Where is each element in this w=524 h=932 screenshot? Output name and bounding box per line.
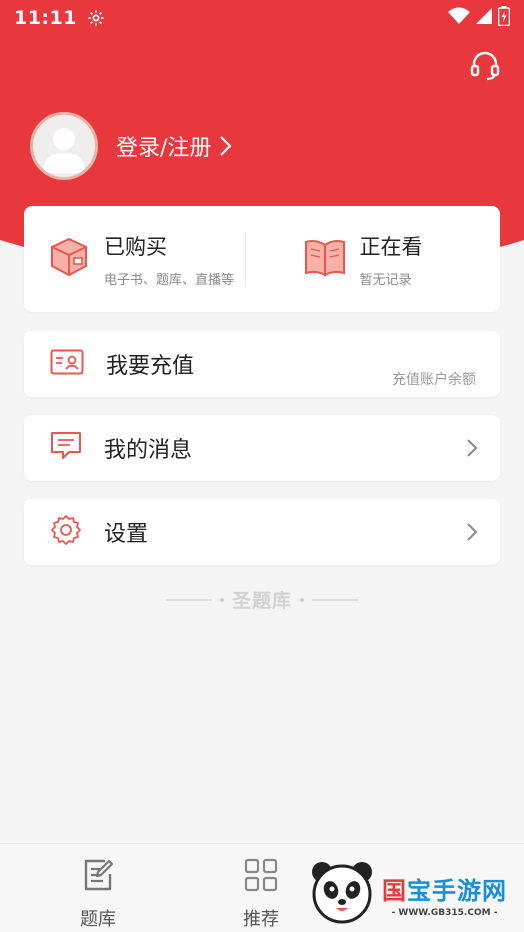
footer-line-left <box>165 598 212 601</box>
footer-dot-left <box>219 597 224 602</box>
tab-recommend[interactable]: 推荐 <box>196 844 326 932</box>
tab-question-bank-label: 题库 <box>80 909 116 930</box>
login-register-label: 登录/注册 <box>116 136 212 161</box>
purchased-entry[interactable]: 已购买 电子书、题库、直播等 <box>24 206 245 312</box>
tab-question-bank[interactable]: 题库 <box>0 844 196 932</box>
watching-title: 正在看 <box>359 234 423 259</box>
chevron-right-icon <box>466 522 478 542</box>
chevron-right-icon <box>219 135 233 157</box>
panda-icon <box>308 858 376 930</box>
message-icon <box>50 431 82 465</box>
recharge-menu-item[interactable]: 我要充值 充值账户余额 <box>24 331 500 397</box>
brand-footer: 圣题库 <box>0 586 524 613</box>
messages-label: 我的消息 <box>104 438 193 463</box>
id-card-icon <box>50 349 84 379</box>
grid-icon <box>244 858 278 897</box>
purchased-subtitle: 电子书、题库、直播等 <box>104 272 235 288</box>
gear-icon <box>50 514 82 550</box>
watching-subtitle: 暂无记录 <box>359 272 412 288</box>
purchase-history-card: 已购买 电子书、题库、直播等 正在看 暂无记录 <box>24 206 500 312</box>
package-box-icon <box>48 236 90 282</box>
footer-dot-right <box>300 597 304 602</box>
settings-label: 设置 <box>104 522 149 547</box>
footer-line-right <box>312 598 358 601</box>
messages-menu-item[interactable]: 我的消息 <box>24 415 500 481</box>
status-time: 11:11 <box>14 7 77 29</box>
watermark-url: - WWW.GB315.COM - <box>391 907 498 918</box>
chevron-right-icon <box>466 438 478 458</box>
open-book-icon <box>304 237 346 281</box>
battery-icon <box>497 6 511 30</box>
status-bar: 11:11 <box>0 0 524 36</box>
headset-icon <box>469 49 501 85</box>
wifi-icon <box>448 7 470 29</box>
edit-note-icon <box>81 858 115 897</box>
login-register-entry[interactable]: 登录/注册 <box>30 112 233 180</box>
settings-status-icon <box>87 9 105 27</box>
watching-entry[interactable]: 正在看 暂无记录 <box>246 206 501 312</box>
watermark-title-part1: 国 <box>382 876 407 905</box>
watermark-title-part2: 宝手游网 <box>407 876 507 905</box>
default-user-icon <box>43 128 85 173</box>
watermark-logo: 国宝手游网 - WWW.GB315.COM - <box>308 856 524 932</box>
avatar <box>30 112 98 180</box>
tab-recommend-label: 推荐 <box>243 909 279 930</box>
settings-menu-item[interactable]: 设置 <box>24 499 500 565</box>
recharge-label: 我要充值 <box>106 354 195 379</box>
signal-icon <box>476 8 492 28</box>
customer-service-button[interactable] <box>468 50 502 84</box>
brand-name: 圣题库 <box>231 590 292 612</box>
recharge-hint: 充值账户余额 <box>392 372 476 388</box>
purchased-title: 已购买 <box>104 234 167 259</box>
